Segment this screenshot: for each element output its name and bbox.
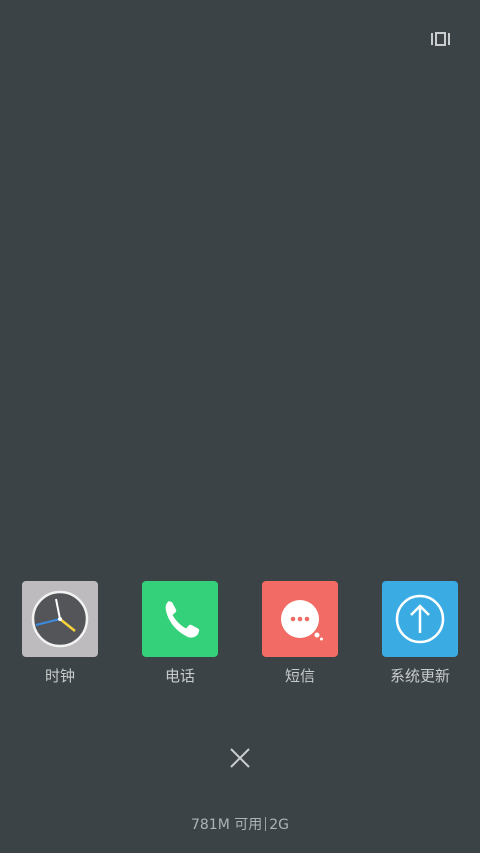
app-label: 电话 xyxy=(164,667,195,685)
close-icon xyxy=(230,748,250,768)
memory-divider xyxy=(265,817,267,831)
clear-all-button[interactable] xyxy=(226,744,254,772)
memory-total: 2G xyxy=(269,817,290,833)
clock-icon xyxy=(31,590,89,648)
phone-app-tile[interactable] xyxy=(142,581,218,657)
app-label: 短信 xyxy=(284,667,315,685)
clock-app-tile[interactable] xyxy=(22,581,98,657)
recent-apps-view-toggle[interactable] xyxy=(431,31,450,46)
memory-available: 781M 可用 xyxy=(190,817,263,833)
recent-app-phone[interactable]: 电话 xyxy=(141,581,219,686)
messages-app-tile[interactable] xyxy=(262,581,338,657)
app-label: 系统更新 xyxy=(389,667,450,685)
message-icon xyxy=(281,600,323,641)
phone-icon xyxy=(165,601,200,638)
recent-app-system-update[interactable]: 系统更新 xyxy=(381,581,459,686)
recent-apps-view-icon xyxy=(431,32,450,46)
recent-app-messages[interactable]: 短信 xyxy=(261,581,339,686)
memory-status: 781M 可用 2G xyxy=(0,815,480,835)
system-update-app-tile[interactable] xyxy=(382,581,458,657)
recent-app-clock[interactable]: 时钟 xyxy=(21,581,99,686)
system-update-icon xyxy=(395,594,445,644)
app-label: 时钟 xyxy=(44,667,75,685)
